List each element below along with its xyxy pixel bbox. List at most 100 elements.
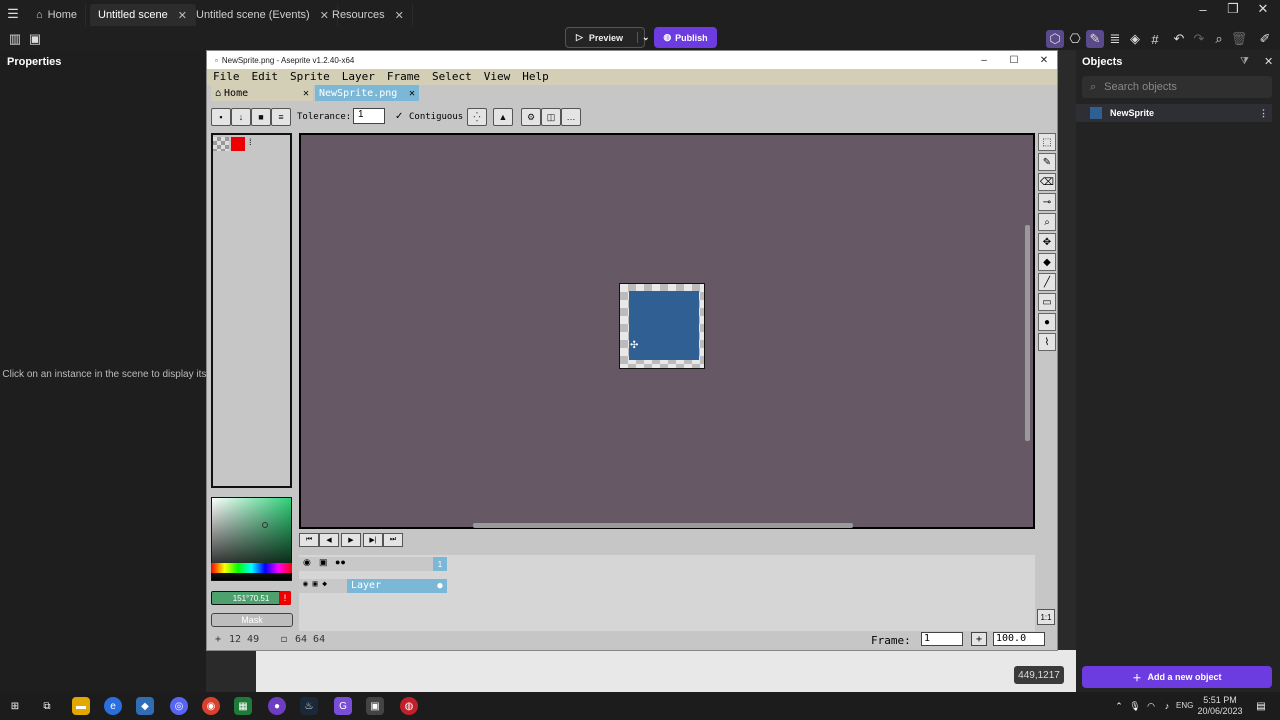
contour-icon[interactable]: ● [1038, 313, 1056, 331]
close-icon[interactable]: ✕ [1264, 55, 1273, 68]
menu-frame[interactable]: Frame [381, 69, 426, 85]
settings-icon[interactable]: ⚙ [521, 108, 541, 126]
cel-icon[interactable]: ● [433, 579, 447, 593]
tab-home[interactable]: ⌂ Home [28, 4, 86, 26]
menu-help[interactable]: Help [516, 69, 555, 85]
tab-newsprite[interactable]: NewSprite.png ✕ [315, 85, 419, 101]
app-icon[interactable]: ◆ [136, 697, 154, 715]
object-groups-icon[interactable]: ⎔ [1066, 30, 1084, 48]
menu-select[interactable]: Select [426, 69, 478, 85]
lock-icon[interactable]: ▪ [211, 108, 231, 126]
next-frame-icon[interactable]: ▶| [363, 533, 383, 547]
maximize-icon[interactable]: ☐ [999, 51, 1029, 69]
notifications-icon[interactable]: ▤ [1252, 697, 1270, 715]
minimize-icon[interactable]: – [969, 51, 999, 69]
rectangle-icon[interactable]: ▭ [1038, 293, 1056, 311]
eye-icon[interactable]: ◉ [303, 557, 311, 568]
last-frame-icon[interactable]: ⏭ [383, 533, 403, 547]
minimize-icon[interactable]: – [1194, 0, 1212, 18]
blur-icon[interactable]: ⌇ [1038, 333, 1056, 351]
more-icon[interactable]: ⋮ [1259, 108, 1268, 119]
marquee-icon[interactable]: ⬚ [1038, 133, 1056, 151]
zoom-input[interactable]: 100.0 [993, 632, 1045, 646]
symmetry-icon[interactable]: ◫ [541, 108, 561, 126]
warning-icon[interactable]: ! [279, 591, 291, 605]
delete-icon[interactable]: 🗑 [1230, 30, 1248, 48]
move-icon[interactable]: ✥ [1038, 233, 1056, 251]
arrow-down-icon[interactable]: ↓ [231, 108, 251, 126]
palette-swatch-red[interactable] [231, 137, 245, 151]
clock[interactable]: 5:51 PM 20/06/2023 [1190, 695, 1250, 717]
obs-icon[interactable]: ◍ [400, 697, 418, 715]
pixel-mode-icon[interactable]: ⁛ [467, 108, 487, 126]
frame-header[interactable]: 1 [433, 557, 447, 571]
horizontal-scrollbar[interactable] [473, 523, 853, 528]
object-list-item[interactable]: NewSprite ⋮ [1076, 104, 1272, 122]
objects-panel-icon[interactable]: ⬡ [1046, 30, 1064, 48]
tab-home[interactable]: ⌂ Home ✕ [211, 85, 313, 101]
checkbox-icon[interactable]: ✓ [395, 111, 403, 122]
layers-icon[interactable]: ◈ [1126, 30, 1144, 48]
gdevelop-icon[interactable]: G [334, 697, 352, 715]
spreadsheet-icon[interactable]: ▦ [234, 697, 252, 715]
browser-icon[interactable]: e [104, 697, 122, 715]
tolerance-input[interactable]: 1 [353, 108, 385, 124]
close-icon[interactable]: ✕ [303, 88, 309, 99]
redo-icon[interactable]: ↷ [1190, 30, 1208, 48]
eraser-icon[interactable]: ⌫ [1038, 173, 1056, 191]
play-icon[interactable]: ▶ [341, 533, 361, 547]
volume-icon[interactable]: ♪ [1158, 697, 1176, 715]
chevron-down-icon[interactable]: ⌄ [636, 32, 650, 43]
preview-button[interactable]: ▷ Preview ⌄ [565, 27, 650, 48]
sprite-canvas[interactable]: ✣ [301, 135, 1033, 528]
steam-icon[interactable]: ♨ [300, 697, 318, 715]
add-frame-icon[interactable]: + [971, 632, 987, 646]
search-input[interactable]: ⌕ Search objects [1082, 76, 1272, 98]
list-icon[interactable]: ≡ [271, 108, 291, 126]
close-window-icon[interactable]: ✕ [1254, 0, 1272, 18]
grid-icon[interactable]: # [1146, 30, 1164, 48]
undo-icon[interactable]: ↶ [1170, 30, 1188, 48]
previous-frame-icon[interactable]: ◀ [319, 533, 339, 547]
mask-button[interactable]: Mask [211, 613, 293, 627]
aseprite-icon[interactable]: ▣ [366, 697, 384, 715]
windows-start-icon[interactable]: ⊞ [6, 697, 24, 715]
close-icon[interactable]: ✕ [409, 88, 415, 99]
palette-swatch-transparent[interactable] [213, 137, 229, 151]
close-icon[interactable]: ✕ [178, 9, 187, 22]
discord-icon[interactable]: ◎ [170, 697, 188, 715]
project-manager-icon[interactable]: ▥ [6, 30, 24, 48]
hue-bar[interactable] [211, 563, 292, 573]
frame-input[interactable]: 1 [921, 632, 963, 646]
file-explorer-icon[interactable]: ▬ [72, 697, 90, 715]
link-icon[interactable]: ●● [335, 557, 346, 567]
resources-icon[interactable]: ▣ [26, 30, 44, 48]
zoom-icon[interactable]: ⌕ [1210, 30, 1228, 48]
lock-icon[interactable]: ▣ [319, 557, 328, 568]
stop-icon[interactable]: ■ [251, 108, 271, 126]
menu-sprite[interactable]: Sprite [284, 69, 336, 85]
edit-icon[interactable]: ✐ [1256, 30, 1274, 48]
tab-untitled-scene-events[interactable]: Untitled scene (Events) ✕ [188, 4, 338, 26]
bucket-icon[interactable]: ▲ [493, 108, 513, 126]
zoom-icon[interactable]: ⌕ [1038, 213, 1056, 231]
tab-resources[interactable]: Resources ✕ [324, 4, 413, 26]
github-icon[interactable]: ● [268, 697, 286, 715]
menu-edit[interactable]: Edit [246, 69, 285, 85]
line-icon[interactable]: ╱ [1038, 273, 1056, 291]
task-view-icon[interactable]: ⧉ [38, 697, 56, 715]
close-icon[interactable]: ✕ [1029, 51, 1059, 69]
instances-list-icon[interactable]: ≣ [1106, 30, 1124, 48]
menu-layer[interactable]: Layer [336, 69, 381, 85]
menu-icon[interactable]: ☰ [4, 5, 22, 23]
tab-untitled-scene[interactable]: Untitled scene ✕ [90, 4, 196, 26]
close-icon[interactable]: ✕ [395, 9, 404, 22]
layer-row[interactable]: ◉ ▣ ◆ Layer ● [299, 579, 447, 593]
restore-icon[interactable]: ❐ [1224, 0, 1242, 18]
chrome-icon[interactable]: ◉ [202, 697, 220, 715]
eyedropper-icon[interactable]: ⊸ [1038, 193, 1056, 211]
menu-view[interactable]: View [478, 69, 517, 85]
add-object-button[interactable]: ＋ Add a new object [1082, 666, 1272, 688]
vertical-scrollbar[interactable] [1025, 225, 1030, 441]
menu-file[interactable]: File [207, 69, 246, 85]
